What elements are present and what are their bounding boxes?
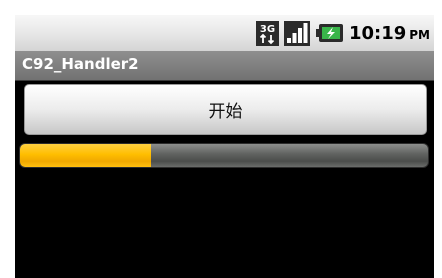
device-frame: 3G 10:19 PM C92_Handler2 开始 [0,0,442,278]
status-clock: 10:19 PM [349,23,430,44]
clock-time: 10:19 [348,22,407,44]
clock-ampm: PM [409,27,430,42]
app-title: C92_Handler2 [22,55,139,73]
status-icons: 3G 10:19 PM [255,15,430,51]
app-screen: 3G 10:19 PM C92_Handler2 开始 [15,15,434,278]
start-button-label: 开始 [208,102,243,122]
signal-strength-icon [283,20,310,46]
app-title-bar: C92_Handler2 [15,51,434,81]
network-label: 3G [260,24,275,35]
3g-icon: 3G [255,20,279,46]
progress-bar [19,143,429,168]
progress-bar-fill [20,144,151,167]
start-button[interactable]: 开始 [24,84,427,135]
battery-charging-icon [315,24,343,42]
status-bar: 3G 10:19 PM [15,15,434,51]
